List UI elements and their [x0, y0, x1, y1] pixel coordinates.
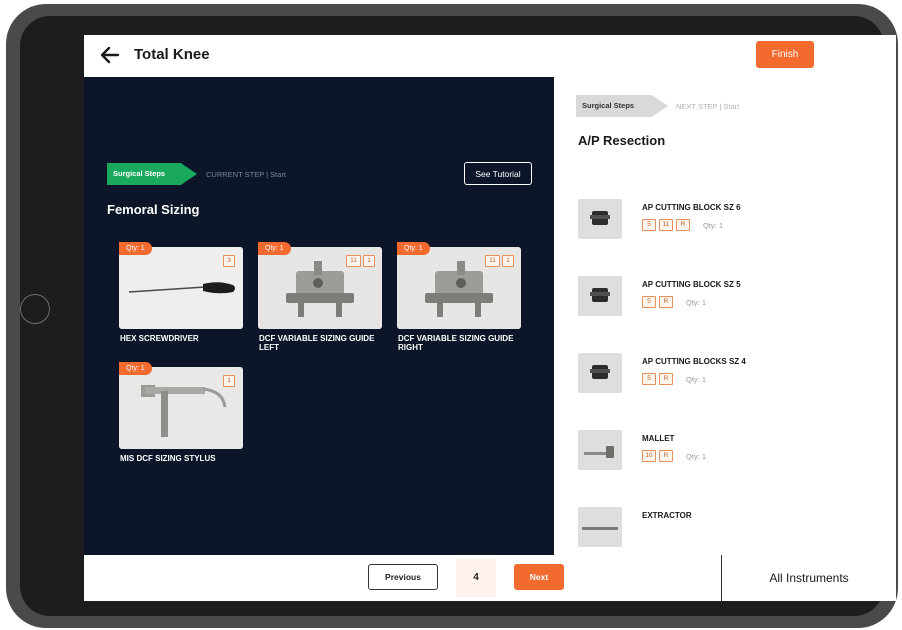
tray-box: R: [659, 296, 673, 308]
list-item-name: AP CUTTING BLOCKS SZ 4: [642, 357, 746, 366]
next-step-title: A/P Resection: [578, 133, 666, 148]
current-step-label: CURRENT STEP | Start: [206, 170, 287, 179]
list-item-qty: Qty: 1: [686, 374, 707, 384]
instrument-name: HEX SCREWDRIVER: [120, 334, 199, 343]
list-item[interactable]: AP CUTTING BLOCK SZ 6 5 11 R Qty: 1: [578, 199, 878, 243]
list-item[interactable]: MALLET 10 R Qty: 1: [578, 430, 878, 474]
bottom-bar: Previous 4 Next All Instruments: [84, 555, 896, 601]
tray-box: 10: [642, 450, 656, 462]
tray-box: R: [676, 219, 690, 231]
mallet-icon: [578, 430, 622, 470]
list-item[interactable]: EXTRACTOR: [578, 507, 878, 551]
tray-box: 5: [642, 373, 656, 385]
next-button[interactable]: Next: [514, 564, 564, 590]
app-screen: Total Knee Finish Surgical Steps CURRENT…: [84, 35, 896, 601]
tray-box: 11: [659, 219, 673, 231]
count-box: 11: [485, 255, 500, 267]
qty-badge: Qty: 1: [119, 242, 152, 255]
see-tutorial-button[interactable]: See Tutorial: [464, 162, 532, 185]
list-item-meta: 10 R Qty: 1: [642, 450, 706, 462]
list-item-meta: 5 11 R Qty: 1: [642, 219, 723, 231]
list-item[interactable]: AP CUTTING BLOCKS SZ 4 5 R Qty: 1: [578, 353, 878, 397]
instrument-name: DCF VARIABLE SIZING GUIDE RIGHT: [398, 334, 514, 352]
qty-badge: Qty: 1: [119, 362, 152, 375]
qty-badge: Qty: 1: [397, 242, 430, 255]
qty-badge: Qty: 1: [258, 242, 291, 255]
tray-box: 5: [642, 296, 656, 308]
next-step-label: NEXT STEP | Start: [676, 102, 740, 111]
count-box: 1: [363, 255, 375, 267]
finish-button[interactable]: Finish: [756, 41, 814, 68]
count-box: 3: [223, 255, 235, 267]
current-step-title: Femoral Sizing: [107, 202, 200, 217]
current-step-panel: Surgical Steps CURRENT STEP | Start See …: [84, 77, 554, 555]
tray-box: 5: [642, 219, 656, 231]
list-item-qty: Qty: 1: [703, 220, 724, 230]
list-thumbnail: [578, 430, 622, 470]
next-step-pill: Surgical Steps: [576, 95, 668, 117]
extractor-icon: [578, 507, 622, 547]
count-box: 1: [223, 375, 235, 387]
home-button: [20, 294, 50, 324]
list-item-name: MALLET: [642, 434, 675, 443]
page-number: 4: [456, 559, 496, 597]
cutting-block-icon: [578, 353, 622, 393]
page-title: Total Knee: [134, 46, 210, 63]
tray-box: R: [659, 450, 673, 462]
back-arrow-icon[interactable]: [98, 43, 122, 67]
list-item-qty: Qty: 1: [686, 297, 707, 307]
list-thumbnail: [578, 353, 622, 393]
list-thumbnail: [578, 276, 622, 316]
instrument-name: DCF VARIABLE SIZING GUIDE LEFT: [259, 334, 375, 352]
cutting-block-icon: [578, 199, 622, 239]
list-item-qty: Qty: 1: [686, 451, 707, 461]
instrument-name: MIS DCF SIZING STYLUS: [120, 454, 216, 463]
all-instruments-tab[interactable]: All Instruments: [722, 555, 896, 601]
list-item-name: AP CUTTING BLOCK SZ 5: [642, 280, 741, 289]
tray-box: R: [659, 373, 673, 385]
count-box: 1: [502, 255, 514, 267]
list-thumbnail: [578, 507, 622, 547]
list-item-meta: 5 R Qty: 1: [642, 373, 706, 385]
cutting-block-icon: [578, 276, 622, 316]
list-item-name: EXTRACTOR: [642, 511, 692, 520]
next-step-panel: Surgical Steps NEXT STEP | Start A/P Res…: [554, 77, 896, 555]
list-item[interactable]: AP CUTTING BLOCK SZ 5 5 R Qty: 1: [578, 276, 878, 320]
current-step-pill: Surgical Steps: [107, 163, 197, 185]
previous-button[interactable]: Previous: [368, 564, 438, 590]
count-box: 11: [346, 255, 361, 267]
list-item-meta: 5 R Qty: 1: [642, 296, 706, 308]
top-bar: Total Knee Finish: [84, 35, 896, 77]
list-thumbnail: [578, 199, 622, 239]
list-item-name: AP CUTTING BLOCK SZ 6: [642, 203, 741, 212]
